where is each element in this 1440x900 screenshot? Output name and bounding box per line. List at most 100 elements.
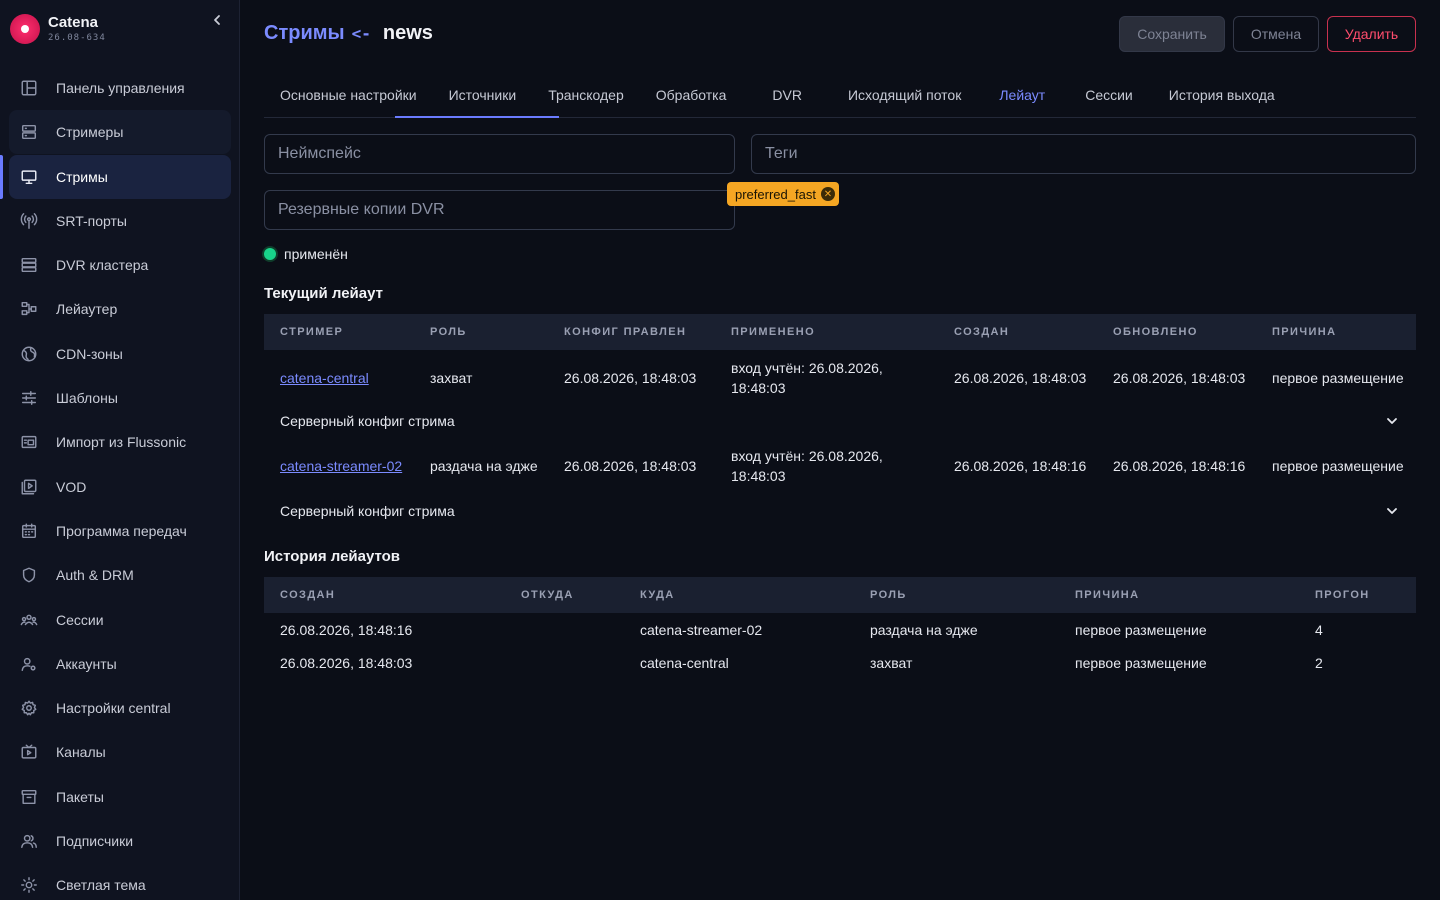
subscribers-icon: [19, 831, 39, 851]
server-config-expander[interactable]: Серверный конфиг стрима: [280, 501, 1416, 521]
from-cell: [505, 646, 624, 679]
sidebar-item-templates[interactable]: Шаблоны: [9, 376, 231, 420]
current-layout-table: Стример Роль Конфиг правлен Применено Со…: [264, 314, 1416, 526]
delete-button[interactable]: Удалить: [1327, 16, 1416, 52]
theme-toggle[interactable]: Светлая тема: [9, 863, 231, 900]
sidebar-item-label: Импорт из Flussonic: [56, 434, 187, 451]
status-label: применён: [284, 246, 348, 262]
created-cell: 26.08.2026, 18:48:03: [954, 370, 1087, 386]
reason-cell: первое размещение: [1272, 370, 1404, 386]
layout-history-title: История лейаутов: [264, 548, 401, 565]
sidebar-item-srt-ports[interactable]: SRT-порты: [9, 199, 231, 243]
brand-version: 26.08-634: [48, 33, 106, 43]
streamer-link[interactable]: catena-central: [280, 370, 369, 386]
dashboard-icon: [19, 78, 39, 98]
sidebar-item-subscribers[interactable]: Подписчики: [9, 819, 231, 863]
tab-sessions[interactable]: Сессии: [1067, 72, 1151, 117]
save-button[interactable]: Сохранить: [1119, 16, 1225, 52]
namespace-field[interactable]: [264, 134, 735, 174]
sidebar-item-flussonic-import[interactable]: Импорт из Flussonic: [9, 420, 231, 464]
sidebar-item-central-settings[interactable]: Настройки central: [9, 686, 231, 730]
sliders-icon: [19, 388, 39, 408]
streamer-link[interactable]: catena-streamer-02: [280, 458, 402, 474]
sidebar-item-vod[interactable]: VOD: [9, 465, 231, 509]
expander-row[interactable]: Серверный конфиг стрима: [264, 496, 1416, 526]
tag-label: preferred_fast: [735, 186, 816, 202]
tab-transcoder[interactable]: Транскодер: [532, 72, 640, 117]
tab-layout[interactable]: Лейаут: [977, 72, 1067, 117]
created-cell: 26.08.2026, 18:48:16: [954, 458, 1087, 474]
sidebar-item-label: Светлая тема: [56, 877, 146, 894]
server-config-expander[interactable]: Серверный конфиг стрима: [280, 411, 1416, 431]
updated-cell: 26.08.2026, 18:48:03: [1113, 370, 1246, 386]
sidebar-item-label: Лейаутер: [56, 301, 118, 318]
sidebar-item-dashboard[interactable]: Панель управления: [9, 66, 231, 110]
sidebar-item-packages[interactable]: Пакеты: [9, 775, 231, 819]
sidebar: Catena 26.08-634 Панель управления Стрим…: [0, 0, 240, 900]
stream-name: news: [382, 22, 433, 44]
sidebar-nav: Панель управления Стримеры Стримы SRT-по…: [0, 66, 231, 900]
brand-name: Catena: [48, 14, 99, 31]
sidebar-item-streamers[interactable]: Стримеры: [9, 110, 231, 155]
people-icon: [19, 610, 39, 630]
chevron-down-icon: [1387, 508, 1397, 514]
sidebar-item-label: Аккаунты: [56, 655, 117, 672]
tab-general[interactable]: Основные настройки: [264, 72, 433, 117]
sidebar-item-label: Auth & DRM: [56, 567, 134, 584]
expander-label: Серверный конфиг стрима: [280, 413, 455, 429]
tab-sources[interactable]: Источники: [433, 72, 533, 117]
chevron-down-icon: [1387, 418, 1397, 424]
sidebar-item-tv-program[interactable]: Программа передач: [9, 509, 231, 553]
stream-tabs: Основные настройки Источники Транскодер …: [264, 72, 1416, 118]
column-header: Создан: [264, 577, 505, 613]
storage-icon: [19, 255, 39, 275]
collapse-sidebar-button[interactable]: [207, 10, 227, 30]
sidebar-item-auth-drm[interactable]: Auth & DRM: [9, 553, 231, 597]
column-header: Прогон: [1299, 577, 1416, 613]
expander-row[interactable]: Серверный конфиг стрима: [264, 406, 1416, 436]
gear-icon: [19, 698, 39, 718]
sidebar-item-channels[interactable]: Каналы: [9, 730, 231, 774]
tags-field[interactable]: [751, 134, 1416, 174]
sidebar-item-label: Каналы: [56, 744, 106, 761]
sidebar-item-layouter[interactable]: Лейаутер: [9, 287, 231, 331]
cancel-button[interactable]: Отмена: [1233, 16, 1319, 52]
namespace-input[interactable]: [278, 145, 734, 163]
column-header: Куда: [624, 577, 854, 613]
role-cell: захват: [870, 654, 913, 671]
table-header-row: Создан Откуда Куда Роль Причина Прогон: [264, 577, 1416, 613]
calendar-icon: [19, 521, 39, 541]
reason-cell: первое размещение: [1272, 458, 1404, 474]
column-header: Роль: [854, 577, 1059, 613]
tv-icon: [19, 742, 39, 762]
current-layout-title: Текущий лейаут: [264, 285, 383, 302]
tab-processing[interactable]: Обработка: [640, 72, 743, 117]
main-content: Стримы <- news Сохранить Отмена Удалить …: [240, 0, 1440, 900]
remove-tag-icon[interactable]: ✕: [820, 187, 835, 201]
tab-output[interactable]: Исходящий поток: [832, 72, 977, 117]
sidebar-item-cdn-zones[interactable]: CDN-зоны: [9, 332, 231, 376]
tab-output-history[interactable]: История выхода: [1151, 72, 1293, 117]
role-cell: раздача на эдже: [430, 458, 538, 474]
dvr-backup-input[interactable]: [278, 201, 734, 219]
sidebar-item-accounts[interactable]: Аккаунты: [9, 642, 231, 686]
column-header: Причина: [1059, 577, 1299, 613]
shield-icon: [19, 565, 39, 585]
sidebar-item-sessions[interactable]: Сессии: [9, 598, 231, 642]
tags-input[interactable]: [765, 145, 1415, 163]
expander-label: Серверный конфиг стрима: [280, 503, 455, 519]
sidebar-item-cluster-dvr[interactable]: DVR кластера: [9, 243, 231, 287]
dvr-backup-field[interactable]: [264, 190, 735, 230]
sidebar-item-streams[interactable]: Стримы: [0, 154, 231, 199]
archive-icon: [19, 787, 39, 807]
tab-dvr[interactable]: DVR: [742, 72, 832, 117]
import-icon: [19, 432, 39, 452]
from-cell: [505, 613, 624, 646]
sidebar-item-label: Настройки central: [56, 700, 171, 717]
servers-icon: [19, 122, 39, 142]
table-row: 26.08.2026, 18:48:03 catena-central захв…: [264, 646, 1416, 679]
applied-cell: вход учтён: 26.08.2026, 18:48:03: [731, 360, 883, 396]
role-cell: раздача на эдже: [870, 621, 978, 638]
created-cell: 26.08.2026, 18:48:03: [280, 654, 413, 671]
breadcrumb-streams[interactable]: Стримы: [264, 22, 345, 45]
